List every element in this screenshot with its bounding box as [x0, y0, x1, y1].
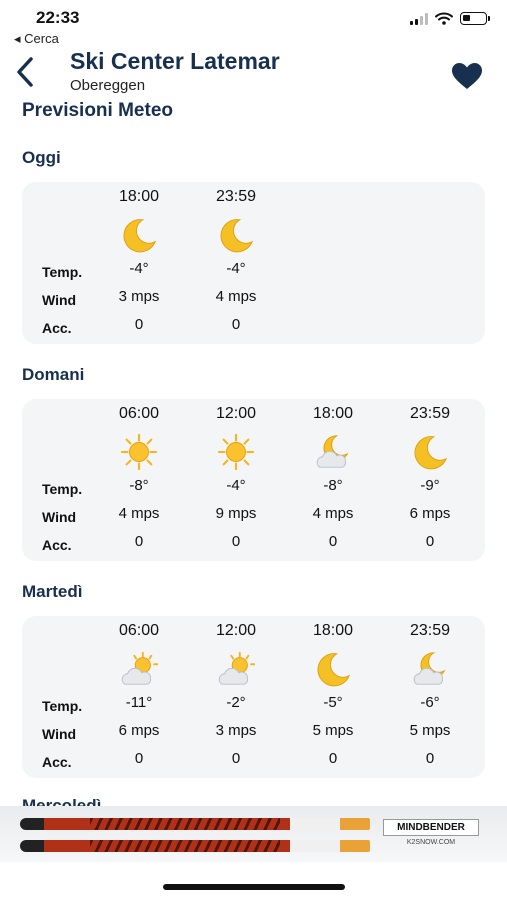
slot-wind: 4 mps — [118, 505, 160, 522]
wind-row-label: Wind — [42, 292, 77, 308]
back-to-app-link[interactable]: ◂ Cerca — [14, 31, 59, 47]
moon-icon — [220, 219, 254, 253]
slot-temp: -2° — [226, 694, 246, 711]
forecast-card: Temp. Wind Acc. 06:00 -8° 4 mps 0 12:00 — [22, 399, 485, 561]
slot-temp: -4° — [129, 260, 149, 277]
slot-wind: 6 mps — [118, 722, 160, 739]
slot-hour: 23:59 — [409, 405, 451, 422]
wifi-icon — [435, 12, 453, 25]
slot-hour: 12:00 — [215, 622, 257, 639]
slot-acc: 0 — [231, 316, 241, 333]
slot-hour: 23:59 — [409, 622, 451, 639]
slot-temp: -9° — [420, 477, 440, 494]
slot-hour: 18:00 — [312, 405, 354, 422]
slot-acc: 0 — [328, 750, 338, 767]
status-bar: 22:33 — [0, 0, 507, 30]
slot-temp: -11° — [125, 694, 153, 711]
section-title: Previsioni Meteo — [22, 100, 173, 121]
ad-ski-image — [20, 818, 370, 830]
day-title: Oggi — [22, 148, 61, 167]
ad-url: K2SNOW.COM — [406, 839, 456, 846]
slot-acc: 0 — [425, 533, 435, 550]
temp-row-label: Temp. — [42, 698, 83, 714]
ad-banner[interactable]: MINDBENDER K2SNOW.COM — [0, 806, 507, 862]
page-subtitle: Obereggen — [70, 77, 146, 94]
slot-temp: -6° — [420, 694, 440, 711]
page-title: Ski Center Latemar — [70, 48, 280, 74]
acc-row-label: Acc. — [42, 754, 72, 770]
temp-row-label: Temp. — [42, 481, 83, 497]
ad-ski-image — [20, 840, 370, 852]
slot-hour: 12:00 — [215, 405, 257, 422]
slot-wind: 9 mps — [215, 505, 257, 522]
wind-row-label: Wind — [42, 726, 77, 742]
slot-hour: 23:59 — [215, 188, 257, 205]
sun-cloud-icon — [121, 651, 158, 685]
moon-cloud-icon — [413, 652, 446, 685]
acc-row-label: Acc. — [42, 537, 72, 553]
slot-acc: 0 — [134, 750, 144, 767]
sun-icon — [120, 433, 158, 471]
signal-icon — [410, 12, 428, 25]
wind-row-label: Wind — [42, 509, 77, 525]
ad-brand-logo: MINDBENDER — [383, 819, 479, 836]
home-indicator[interactable] — [163, 884, 345, 890]
slot-wind: 4 mps — [215, 288, 257, 305]
slot-acc: 0 — [328, 533, 338, 550]
slot-acc: 0 — [134, 316, 144, 333]
favorite-heart-icon[interactable] — [451, 62, 483, 90]
slot-temp: -8° — [323, 477, 343, 494]
moon-cloud-icon — [316, 435, 349, 468]
forecast-card: Temp. Wind Acc. 06:00 -11° 6 mps 0 12:00… — [22, 616, 485, 778]
slot-wind: 3 mps — [118, 288, 160, 305]
slot-acc: 0 — [231, 533, 241, 550]
status-time: 22:33 — [36, 8, 80, 27]
forecast-card: Temp. Wind Acc. 18:00 -4° 3 mps 0 23:59 … — [22, 182, 485, 344]
slot-acc: 0 — [425, 750, 435, 767]
slot-wind: 4 mps — [312, 505, 354, 522]
back-chevron-icon[interactable] — [12, 55, 38, 89]
slot-temp: -5° — [323, 694, 343, 711]
day-title: Domani — [22, 365, 85, 384]
slot-hour: 18:00 — [118, 188, 160, 205]
moon-icon — [123, 219, 157, 253]
slot-wind: 3 mps — [215, 722, 257, 739]
slot-hour: 06:00 — [118, 622, 160, 639]
acc-row-label: Acc. — [42, 320, 72, 336]
slot-temp: -4° — [226, 477, 246, 494]
slot-wind: 6 mps — [409, 505, 451, 522]
sun-icon — [217, 433, 255, 471]
slot-temp: -4° — [226, 260, 246, 277]
slot-hour: 18:00 — [312, 622, 354, 639]
day-title: Martedì — [22, 582, 83, 601]
slot-hour: 06:00 — [118, 405, 160, 422]
slot-temp: -8° — [129, 477, 149, 494]
sun-cloud-icon — [218, 651, 255, 685]
moon-icon — [414, 436, 448, 470]
battery-icon — [460, 12, 490, 25]
temp-row-label: Temp. — [42, 264, 83, 280]
slot-acc: 0 — [134, 533, 144, 550]
status-icons — [410, 12, 490, 25]
slot-acc: 0 — [231, 750, 241, 767]
slot-wind: 5 mps — [312, 722, 354, 739]
slot-wind: 5 mps — [409, 722, 451, 739]
moon-icon — [317, 653, 351, 687]
